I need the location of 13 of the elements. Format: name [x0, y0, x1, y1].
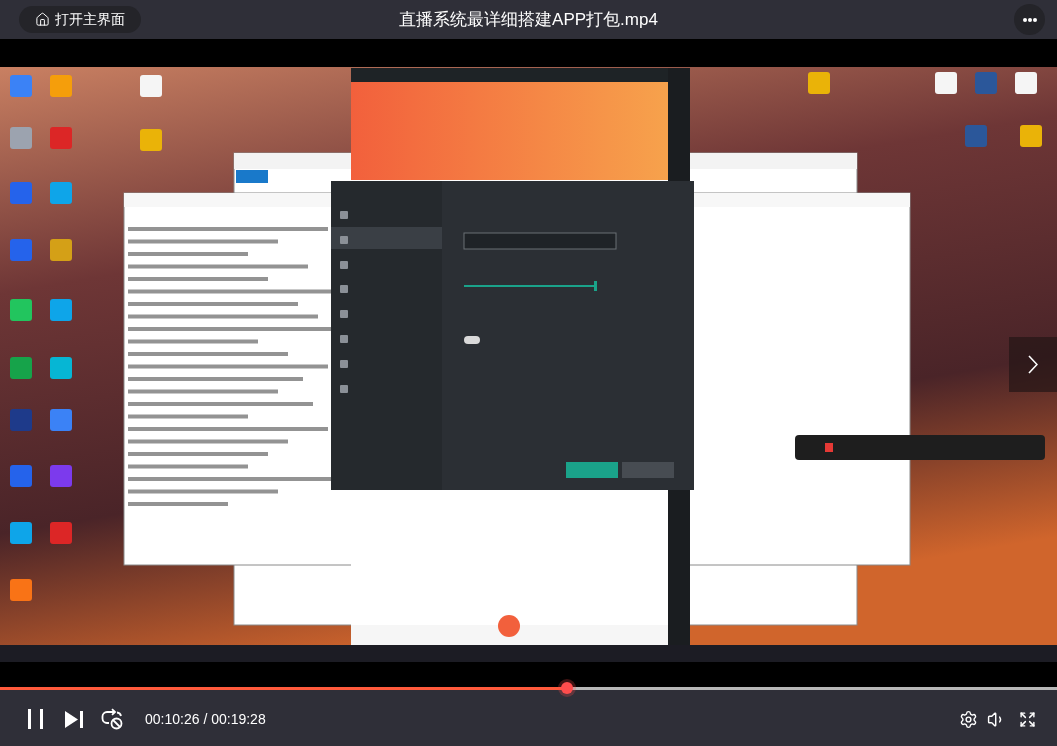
progress-thumb[interactable] [557, 679, 576, 697]
fullscreen-icon [1019, 710, 1036, 728]
progress-slider[interactable] [0, 679, 1057, 697]
more-button[interactable] [1014, 4, 1045, 35]
skip-forward-icon [65, 710, 83, 728]
more-icon [1022, 17, 1037, 22]
settings-icon [959, 709, 978, 729]
playback-time: 00:10:26 / 00:19:28 [145, 709, 266, 729]
chevron-right-icon [1028, 355, 1038, 374]
pause-icon [28, 709, 44, 729]
video-title: 直播系统最详细搭建APP打包.mp4 [399, 8, 658, 31]
home-icon [35, 12, 50, 27]
home-button[interactable]: 打开主界面 [19, 6, 141, 33]
